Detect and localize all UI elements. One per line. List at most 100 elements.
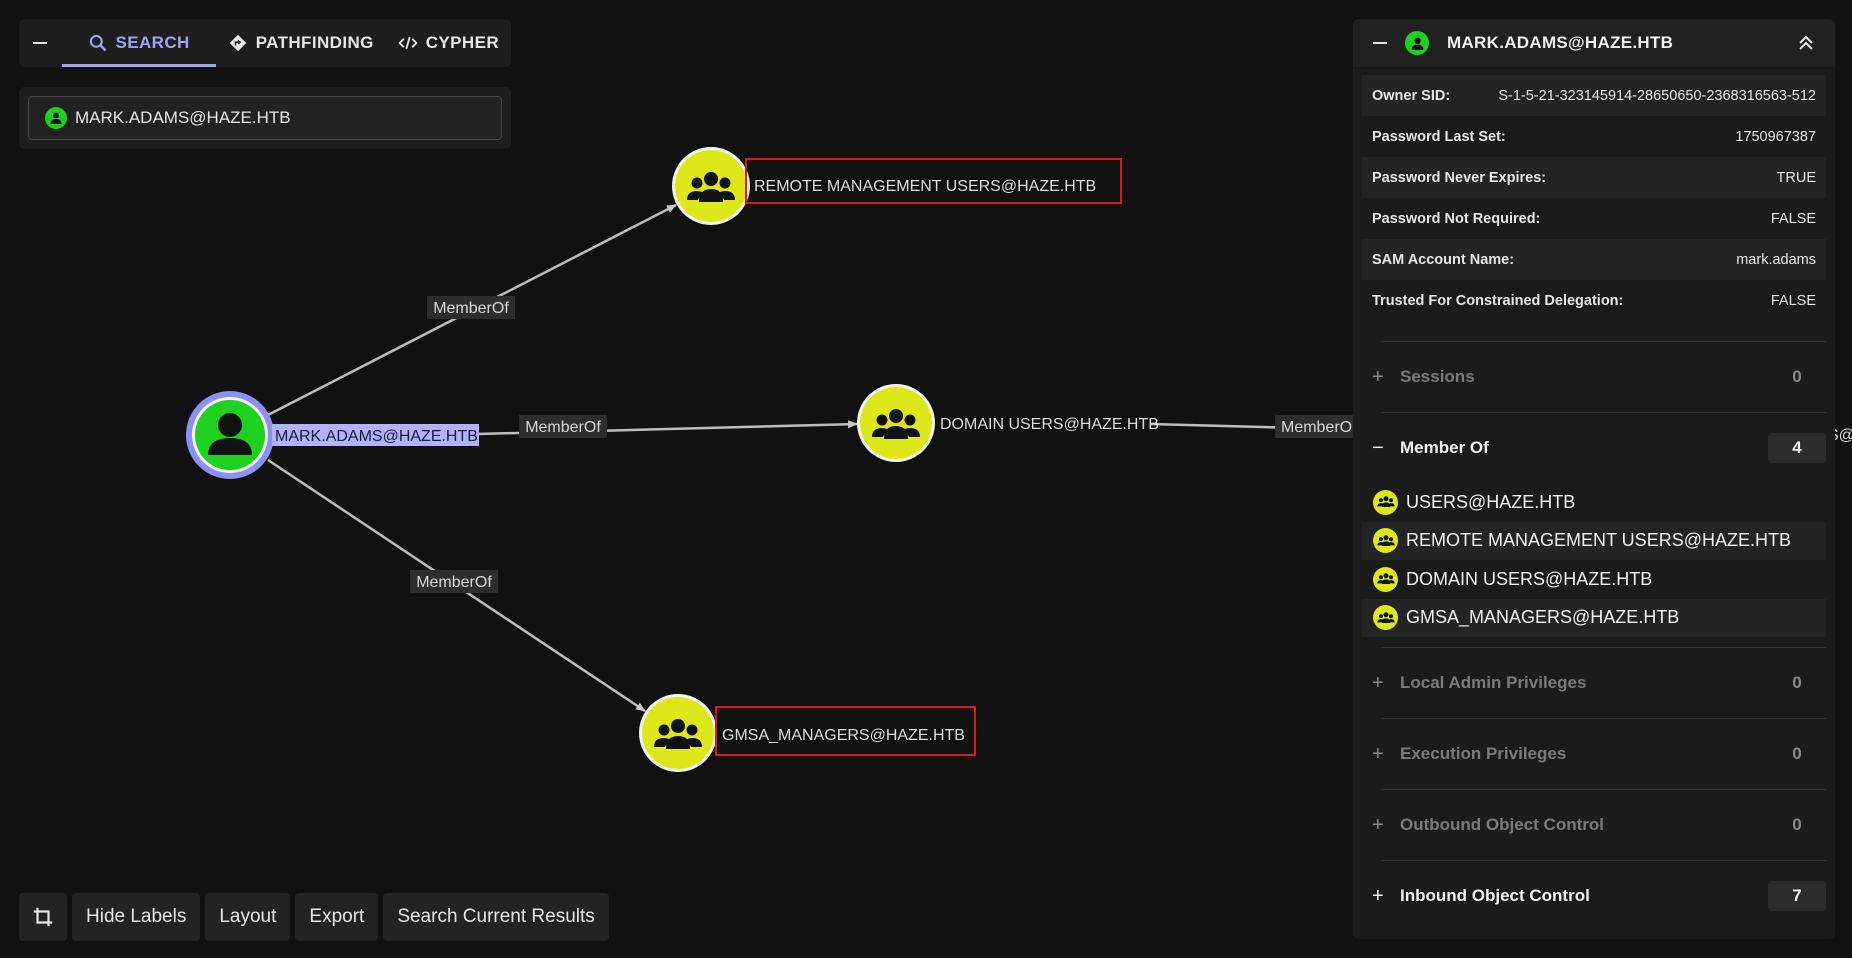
plus-icon: + [1372,742,1384,765]
search-panel: SEARCH PATHFINDING CYPHER [19,19,511,67]
group-node-label-domain[interactable]: DOMAIN USERS@HAZE.HTB [940,416,1159,433]
section-count: 0 [1792,367,1802,386]
list-item[interactable]: USERS@HAZE.HTB [1362,483,1826,522]
section-outbound[interactable]: + Outbound Object Control 0 [1353,790,1835,860]
crop-button[interactable] [19,893,67,941]
hide-labels-button[interactable]: Hide Labels [72,893,201,941]
member-label: DOMAIN USERS@HAZE.HTB [1406,568,1653,589]
group-node-gmsa[interactable] [639,694,717,772]
tab-label: CYPHER [425,33,499,52]
export-button[interactable]: Export [295,893,379,941]
section-sessions[interactable]: + Sessions 0 [1353,342,1835,412]
property-key: Owner SID: [1372,87,1451,104]
user-icon [1405,31,1429,55]
plus-icon: + [1372,365,1384,388]
section-execution[interactable]: + Execution Privileges 0 [1353,719,1835,789]
section-label: Inbound Object Control [1400,886,1590,905]
property-value: mark.adams [1736,251,1816,268]
group-node-remote[interactable] [672,147,750,225]
edge-label-2: MemberOf [519,415,607,438]
property-value: TRUE [1776,169,1816,186]
section-local-admin[interactable]: + Local Admin Privileges 0 [1353,648,1835,718]
property-key: Password Not Required: [1372,210,1541,227]
section-member-of[interactable]: − Member Of 4 [1353,413,1835,483]
section-count: 0 [1792,673,1802,692]
member-label: USERS@HAZE.HTB [1406,491,1576,512]
graph-toolbar: Hide Labels Layout Export Search Current… [19,893,609,941]
edge-label-4: MemberO [1275,415,1355,438]
property-value: 1750967387 [1735,128,1816,145]
group-icon [1373,605,1398,631]
property-key: Trusted For Constrained Delegation: [1372,292,1624,309]
plus-icon: + [1372,671,1384,694]
section-count: 4 [1768,433,1826,463]
section-count: 0 [1792,744,1802,763]
tab-search[interactable]: SEARCH [61,19,216,67]
diamond-route-icon [229,34,246,52]
minus-icon [33,41,48,45]
group-node-domain[interactable] [857,384,935,462]
user-node[interactable] [186,391,274,479]
property-row: Password Not Required: FALSE [1362,198,1826,239]
group-node-label-remote[interactable]: REMOTE MANAGEMENT USERS@HAZE.HTB [754,178,1096,195]
plus-icon: + [1372,884,1384,907]
crop-icon [33,907,53,927]
svg-text:MemberOf: MemberOf [433,300,509,317]
group-icon [1373,566,1398,592]
tab-cypher[interactable]: CYPHER [386,19,511,67]
edge-label-3: MemberOf [410,570,498,593]
edge-label-1: MemberOf [427,296,515,319]
tab-label: PATHFINDING [255,33,374,52]
property-key: Password Never Expires: [1372,169,1547,186]
property-row: Owner SID: S-1-5-21-323145914-28650650-23… [1362,75,1826,116]
user-icon [218,413,242,437]
list-item[interactable]: GMSA_MANAGERS@HAZE.HTB [1362,598,1826,637]
member-label: REMOTE MANAGEMENT USERS@HAZE.HTB [1406,530,1791,551]
property-key: Password Last Set: [1372,128,1506,145]
node-search-input[interactable]: MARK.ADAMS@HAZE.HTB [28,96,502,140]
collapse-panel-button[interactable] [1373,41,1387,45]
section-count: 7 [1768,881,1826,911]
list-item[interactable]: DOMAIN USERS@HAZE.HTB [1362,560,1826,599]
section-label: Execution Privileges [1400,744,1567,763]
entity-panel-header: MARK.ADAMS@HAZE.HTB [1353,19,1835,67]
property-row: SAM Account Name: mark.adams [1362,239,1826,280]
property-value: FALSE [1770,210,1816,227]
search-current-results-button[interactable]: Search Current Results [383,893,609,941]
group-node-label-gmsa[interactable]: GMSA_MANAGERS@HAZE.HTB [722,727,965,744]
tab-label: SEARCH [115,33,190,52]
svg-text:MemberO: MemberO [1281,419,1352,436]
code-icon [398,36,418,50]
section-label: Sessions [1400,367,1475,386]
section-inbound[interactable]: + Inbound Object Control 7 [1353,861,1835,931]
user-icon [45,107,67,129]
property-row: Password Last Set: 1750967387 [1362,116,1826,157]
section-count: 0 [1792,815,1802,834]
entity-panel: MARK.ADAMS@HAZE.HTB Owner SID: S-1-5-21-3… [1353,19,1835,939]
layout-button[interactable]: Layout [205,893,291,941]
property-row: Password Never Expires: TRUE [1362,157,1826,198]
svg-text:MemberOf: MemberOf [525,419,601,436]
node-search-value: MARK.ADAMS@HAZE.HTB [75,108,291,127]
search-icon [89,34,106,52]
property-row: Trusted For Constrained Delegation: FALSE [1362,280,1826,321]
property-key: SAM Account Name: [1372,251,1515,268]
member-label: GMSA_MANAGERS@HAZE.HTB [1406,607,1680,628]
property-value: S-1-5-21-323145914-28650650-2368316563-5… [1498,87,1816,104]
section-label: Member Of [1400,438,1489,457]
section-label: Outbound Object Control [1400,815,1604,834]
group-icon [1373,528,1398,554]
group-icon [1373,489,1398,515]
list-item[interactable]: REMOTE MANAGEMENT USERS@HAZE.HTB [1362,521,1826,560]
section-label: Local Admin Privileges [1400,673,1587,692]
minus-icon: − [1372,436,1384,459]
node-search-box: MARK.ADAMS@HAZE.HTB [19,87,511,149]
tab-pathfinding[interactable]: PATHFINDING [216,19,386,67]
chevron-double-up-icon[interactable] [1797,34,1815,52]
entity-title: MARK.ADAMS@HAZE.HTB [1447,33,1674,52]
user-node-label[interactable]: MARK.ADAMS@HAZE.HTB [275,428,478,445]
collapse-search-button[interactable] [19,19,62,67]
plus-icon: + [1372,813,1384,836]
property-value: FALSE [1770,292,1816,309]
svg-text:MemberOf: MemberOf [416,574,492,591]
